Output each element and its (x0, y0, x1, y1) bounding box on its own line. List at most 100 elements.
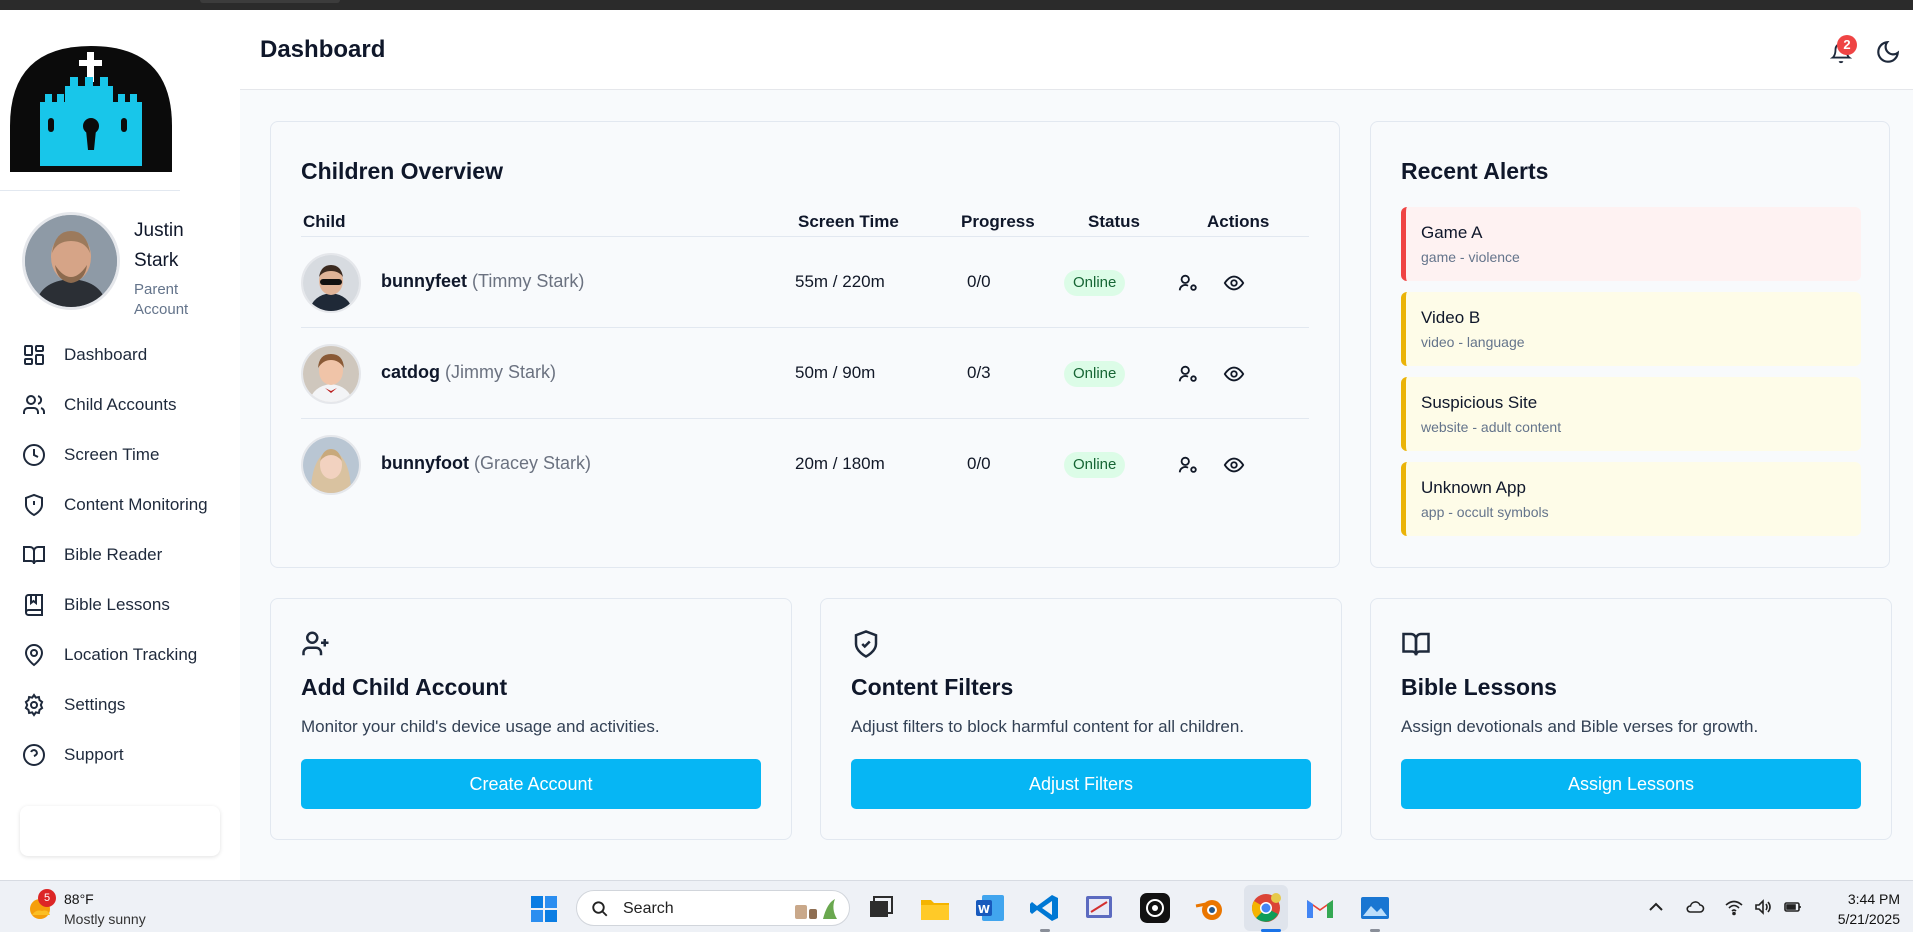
profile-role: Parent Account (134, 281, 189, 318)
avatar[interactable] (22, 212, 120, 310)
search-label: Search (623, 900, 674, 917)
progress-value: 0/0 (967, 272, 991, 291)
sidebar-item-settings[interactable]: Settings (22, 680, 232, 730)
column-header-child: Child (303, 212, 346, 231)
eye-icon[interactable] (1223, 454, 1245, 476)
sidebar-item-location-tracking[interactable]: Location Tracking (22, 630, 232, 680)
profile-card: Justin Stark Parent Account (22, 212, 232, 318)
card-title: Bible Lessons (1401, 674, 1557, 700)
card-description: Assign devotionals and Bible verses for … (1401, 717, 1759, 736)
browser-tab[interactable] (200, 0, 340, 3)
child-name: bunnyfoot (Gracey Stark) (381, 453, 591, 474)
sidebar-item-dashboard[interactable]: Dashboard (22, 330, 232, 380)
sidebar-item-child-accounts[interactable]: Child Accounts (22, 380, 232, 430)
alert-detail: website - adult content (1421, 419, 1562, 435)
book-bookmark-icon (25, 594, 43, 616)
alert-detail: game - violence (1421, 249, 1520, 265)
chrome-icon[interactable] (1250, 892, 1282, 924)
screen-time-value: 50m / 90m (795, 363, 876, 382)
user-settings-icon[interactable] (1177, 363, 1199, 385)
table-row: bunnyfeet (Timmy Stark) 55m / 220m 0/0 O… (301, 237, 1309, 328)
sidebar-item-label: Screen Time (64, 445, 160, 464)
sidebar-item-content-monitoring[interactable]: Content Monitoring (22, 480, 232, 530)
alert-item[interactable]: Suspicious Site website - adult content (1401, 377, 1861, 451)
castle-logo[interactable] (10, 46, 172, 172)
assign-lessons-button[interactable]: Assign Lessons (1401, 759, 1861, 809)
alert-title: Unknown App (1421, 478, 1526, 497)
taskbar-search[interactable]: Search (576, 890, 850, 926)
card-title: Children Overview (301, 158, 503, 184)
create-account-button[interactable]: Create Account (301, 759, 761, 809)
gmail-icon[interactable] (1304, 892, 1336, 924)
onedrive-cloud-icon[interactable] (1685, 897, 1705, 917)
profile-name: Justin Stark (134, 220, 184, 271)
battery-icon[interactable] (1783, 897, 1803, 917)
shield-alert-icon (25, 493, 43, 517)
weather-temperature[interactable]: 88°F (64, 891, 94, 907)
child-full-name: (Timmy Stark) (472, 271, 585, 291)
status-badge: Online (1064, 361, 1126, 387)
column-header-status: Status (1088, 212, 1140, 231)
card-title: Recent Alerts (1401, 158, 1549, 184)
alert-title: Game A (1421, 223, 1483, 242)
taskbar: 5 88°F Mostly sunny Search W 3:44 PM 5/2… (0, 880, 1913, 932)
alert-item[interactable]: Unknown App app - occult symbols (1401, 462, 1861, 536)
sidebar-item-label: Location Tracking (64, 645, 198, 664)
clock-date[interactable]: 5/21/2025 (1820, 911, 1900, 927)
moon-icon[interactable] (1875, 39, 1901, 65)
sidebar-item-label: Dashboard (64, 345, 148, 364)
weather-badge: 5 (38, 889, 56, 907)
eye-icon[interactable] (1223, 363, 1245, 385)
blender-icon[interactable] (1194, 892, 1226, 924)
sidebar-item-label: Content Monitoring (64, 495, 208, 514)
sidebar-item-bible-lessons[interactable]: Bible Lessons (22, 580, 232, 630)
sidebar-item-screen-time[interactable]: Screen Time (22, 430, 232, 480)
chevron-up-icon[interactable] (1646, 897, 1666, 917)
word-icon[interactable]: W (974, 892, 1006, 924)
logo-divider (0, 190, 180, 191)
users-icon (23, 395, 46, 414)
alert-title: Video B (1421, 308, 1481, 327)
vscode-icon[interactable] (1029, 892, 1061, 924)
recent-alerts-card: Recent Alerts Game A game - violence Vid… (1370, 121, 1890, 568)
child-avatar[interactable] (301, 344, 361, 404)
file-explorer-icon[interactable] (919, 892, 951, 924)
photos-icon[interactable] (1359, 892, 1391, 924)
clock-time[interactable]: 3:44 PM (1830, 891, 1900, 907)
status-badge: Online (1064, 270, 1126, 296)
volume-icon[interactable] (1753, 897, 1773, 917)
alert-item[interactable]: Video B video - language (1401, 292, 1861, 366)
child-avatar[interactable] (301, 435, 361, 495)
status-badge: Online (1064, 452, 1126, 478)
windows-start-icon[interactable] (530, 895, 558, 923)
child-name: catdog (Jimmy Stark) (381, 362, 556, 383)
card-title: Content Filters (851, 674, 1014, 700)
adjust-filters-button[interactable]: Adjust Filters (851, 759, 1311, 809)
child-username: bunnyfeet (381, 271, 468, 291)
alert-detail: video - language (1421, 334, 1525, 350)
column-header-screen-time: Screen Time (798, 212, 899, 231)
card-description: Adjust filters to block harmful content … (851, 717, 1245, 736)
sidebar-item-label: Bible Reader (64, 545, 163, 564)
column-header-actions: Actions (1207, 212, 1270, 231)
snipping-tool-icon[interactable] (1083, 892, 1115, 924)
child-avatar[interactable] (301, 253, 361, 313)
shield-check-icon (854, 630, 878, 658)
task-view-icon[interactable] (864, 892, 896, 924)
weather-condition[interactable]: Mostly sunny (64, 911, 146, 927)
wifi-icon[interactable] (1724, 897, 1744, 917)
user-settings-icon[interactable] (1177, 272, 1199, 294)
user-plus-icon (302, 631, 329, 656)
chatgpt-icon[interactable] (1139, 892, 1171, 924)
user-settings-icon[interactable] (1177, 454, 1199, 476)
add-child-card: Add Child Account Monitor your child's d… (270, 598, 792, 840)
column-header-progress: Progress (961, 212, 1035, 231)
sidebar-item-label: Support (64, 745, 124, 764)
gear-icon (24, 693, 44, 717)
card-title: Add Child Account (301, 674, 508, 700)
table-row: bunnyfoot (Gracey Stark) 20m / 180m 0/0 … (301, 419, 1309, 510)
sidebar-item-bible-reader[interactable]: Bible Reader (22, 530, 232, 580)
alert-item[interactable]: Game A game - violence (1401, 207, 1861, 281)
eye-icon[interactable] (1223, 272, 1245, 294)
sidebar-item-support[interactable]: Support (22, 730, 232, 780)
